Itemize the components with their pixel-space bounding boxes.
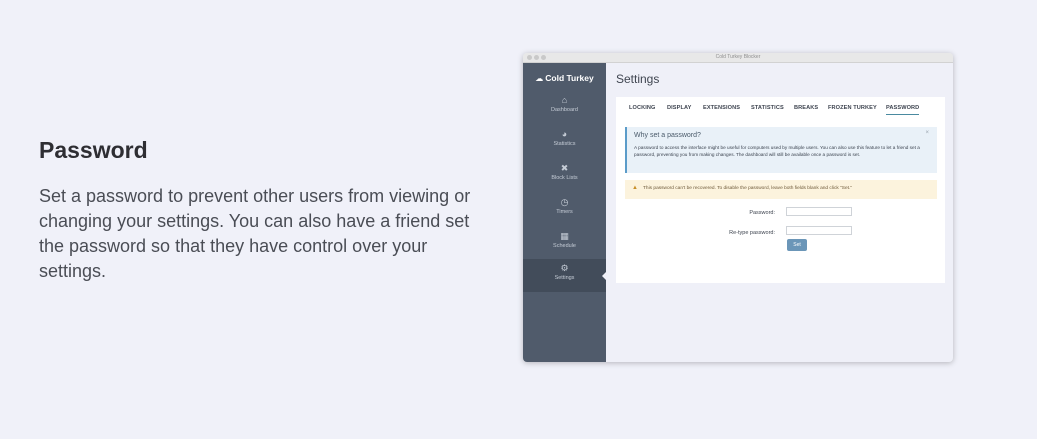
app-window: Cold Turkey Blocker ☁ Cold Turkey ⌂ Dashb… (523, 53, 953, 362)
settings-panel: LOCKING DISPLAY EXTENSIONS STATISTICS BR… (616, 97, 945, 283)
cloud-icon: ☁ (535, 74, 544, 83)
window-titlebar[interactable]: Cold Turkey Blocker (523, 53, 953, 63)
sidebar-item-dashboard[interactable]: ⌂ Dashboard (523, 91, 606, 124)
tab-locking[interactable]: LOCKING (629, 103, 656, 113)
active-indicator (602, 272, 606, 280)
pie-chart-icon: ◕ (561, 129, 568, 139)
promo-title: Password (39, 137, 148, 163)
sidebar-item-label: Timers (556, 209, 573, 215)
retype-password-label: Re-type password: (729, 230, 775, 236)
page-title: Settings (616, 72, 660, 86)
sidebar-item-timers[interactable]: ◷ Timers (523, 193, 606, 226)
set-password-button[interactable]: Set (787, 239, 807, 251)
tab-breaks[interactable]: BREAKS (794, 103, 818, 113)
sidebar-item-label: Settings (554, 275, 575, 281)
warning-alert: ▲ This password can't be recovered. To d… (625, 180, 937, 199)
warning-alert-text: This password can't be recovered. To dis… (643, 186, 853, 191)
sidebar-item-label: Block Lists (551, 175, 578, 181)
warning-icon: ▲ (632, 185, 638, 191)
retype-password-input[interactable] (786, 226, 852, 235)
x-icon: ✖ (560, 163, 569, 173)
tab-frozen-turkey[interactable]: FROZEN TURKEY (828, 103, 877, 113)
sidebar: ☁ Cold Turkey ⌂ Dashboard ◕ Statistics ✖ … (523, 63, 606, 362)
home-icon: ⌂ (561, 95, 568, 105)
info-alert-title: Why set a password? (634, 132, 701, 139)
sidebar-item-label: Dashboard (551, 107, 578, 113)
window-title: Cold Turkey Blocker (715, 54, 761, 60)
close-icon[interactable]: × (925, 130, 929, 136)
clock-icon: ◷ (560, 197, 569, 207)
gears-icon: ⚙ (560, 263, 569, 273)
sidebar-item-statistics[interactable]: ◕ Statistics (523, 125, 606, 158)
brand-name: Cold Turkey (545, 73, 594, 83)
tab-display[interactable]: DISPLAY (667, 103, 691, 113)
info-alert-text: A password to access the interface might… (634, 145, 920, 157)
tab-password[interactable]: PASSWORD (886, 103, 920, 115)
settings-tabs: LOCKING DISPLAY EXTENSIONS STATISTICS BR… (616, 97, 945, 119)
promo-description: Set a password to prevent other users fr… (39, 186, 471, 281)
sidebar-item-settings[interactable]: ⚙ Settings (523, 259, 606, 292)
tab-statistics[interactable]: STATISTICS (751, 103, 784, 113)
password-input[interactable] (786, 207, 852, 216)
sidebar-item-block-lists[interactable]: ✖ Block Lists (523, 159, 606, 192)
tab-extensions[interactable]: EXTENSIONS (703, 103, 740, 113)
password-label: Password: (749, 210, 775, 216)
sidebar-item-label: Schedule (553, 243, 576, 249)
info-alert: Why set a password? × A password to acce… (625, 127, 937, 173)
brand-logo: ☁ Cold Turkey (523, 68, 606, 88)
calendar-icon: ▦ (560, 231, 569, 241)
sidebar-item-label: Statistics (553, 141, 576, 147)
sidebar-item-schedule[interactable]: ▦ Schedule (523, 227, 606, 260)
